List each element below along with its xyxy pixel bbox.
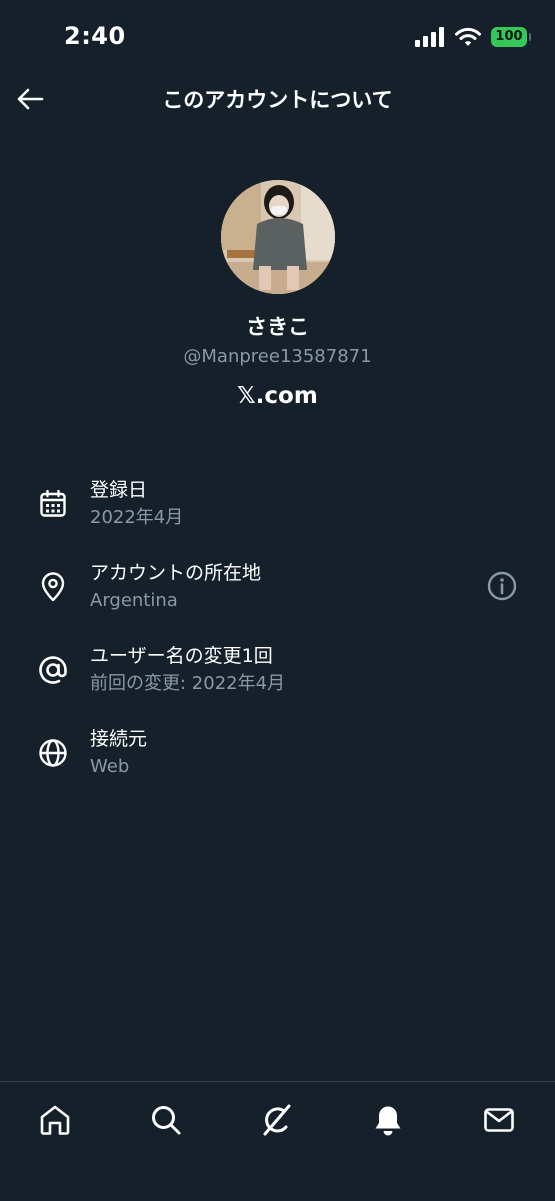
cellular-signal-icon xyxy=(415,27,444,47)
calendar-icon xyxy=(36,487,70,521)
tab-home[interactable] xyxy=(35,1100,75,1140)
platform-label: 𝕏.com xyxy=(237,383,318,409)
detail-value: 2022年4月 xyxy=(90,507,184,528)
username-handle: @Manpree13587871 xyxy=(183,346,372,367)
info-icon xyxy=(487,571,517,601)
detail-label: ユーザー名の変更1回 xyxy=(90,645,273,667)
display-name: さきこ xyxy=(246,315,309,339)
detail-row-connected-via: 接続元 Web xyxy=(0,724,555,807)
grok-icon xyxy=(263,1104,291,1136)
globe-icon xyxy=(36,736,70,770)
detail-label: 接続元 xyxy=(90,728,148,750)
detail-row-location: アカウントの所在地 Argentina xyxy=(0,558,555,641)
profile-summary: さきこ @Manpree13587871 𝕏.com xyxy=(0,180,555,409)
messages-icon xyxy=(484,1108,514,1132)
tab-grok[interactable] xyxy=(257,1100,297,1140)
status-time: 2:40 xyxy=(64,22,126,50)
tab-messages[interactable] xyxy=(479,1100,519,1140)
detail-label: 登録日 xyxy=(90,479,148,501)
at-sign-icon xyxy=(36,653,70,687)
detail-row-joined: 登録日 2022年4月 xyxy=(0,475,555,558)
notifications-icon xyxy=(375,1106,401,1136)
tab-search[interactable] xyxy=(146,1100,186,1140)
status-icons: 100 xyxy=(415,26,531,48)
detail-row-username-changes: ユーザー名の変更1回 前回の変更: 2022年4月 xyxy=(0,641,555,724)
avatar-image xyxy=(220,180,335,294)
status-bar: 2:40 100 xyxy=(0,0,555,70)
location-info-button[interactable] xyxy=(485,569,519,603)
detail-label: アカウントの所在地 xyxy=(90,562,262,584)
tab-notifications[interactable] xyxy=(368,1100,408,1140)
search-icon xyxy=(152,1106,181,1135)
avatar[interactable] xyxy=(220,180,335,294)
home-icon xyxy=(40,1105,70,1135)
detail-value: 前回の変更: 2022年4月 xyxy=(90,673,286,694)
header: このアカウントについて xyxy=(0,70,555,128)
location-pin-icon xyxy=(36,570,70,604)
account-details: 登録日 2022年4月 アカウントの所在地 Argentina ユーザー名の変更… xyxy=(0,475,555,807)
battery-indicator: 100 xyxy=(491,27,531,47)
wifi-icon xyxy=(455,27,481,46)
detail-value: Web xyxy=(90,756,130,777)
detail-value: Argentina xyxy=(90,590,178,611)
page-title: このアカウントについて xyxy=(162,88,393,112)
bottom-tab-bar xyxy=(0,1081,555,1201)
